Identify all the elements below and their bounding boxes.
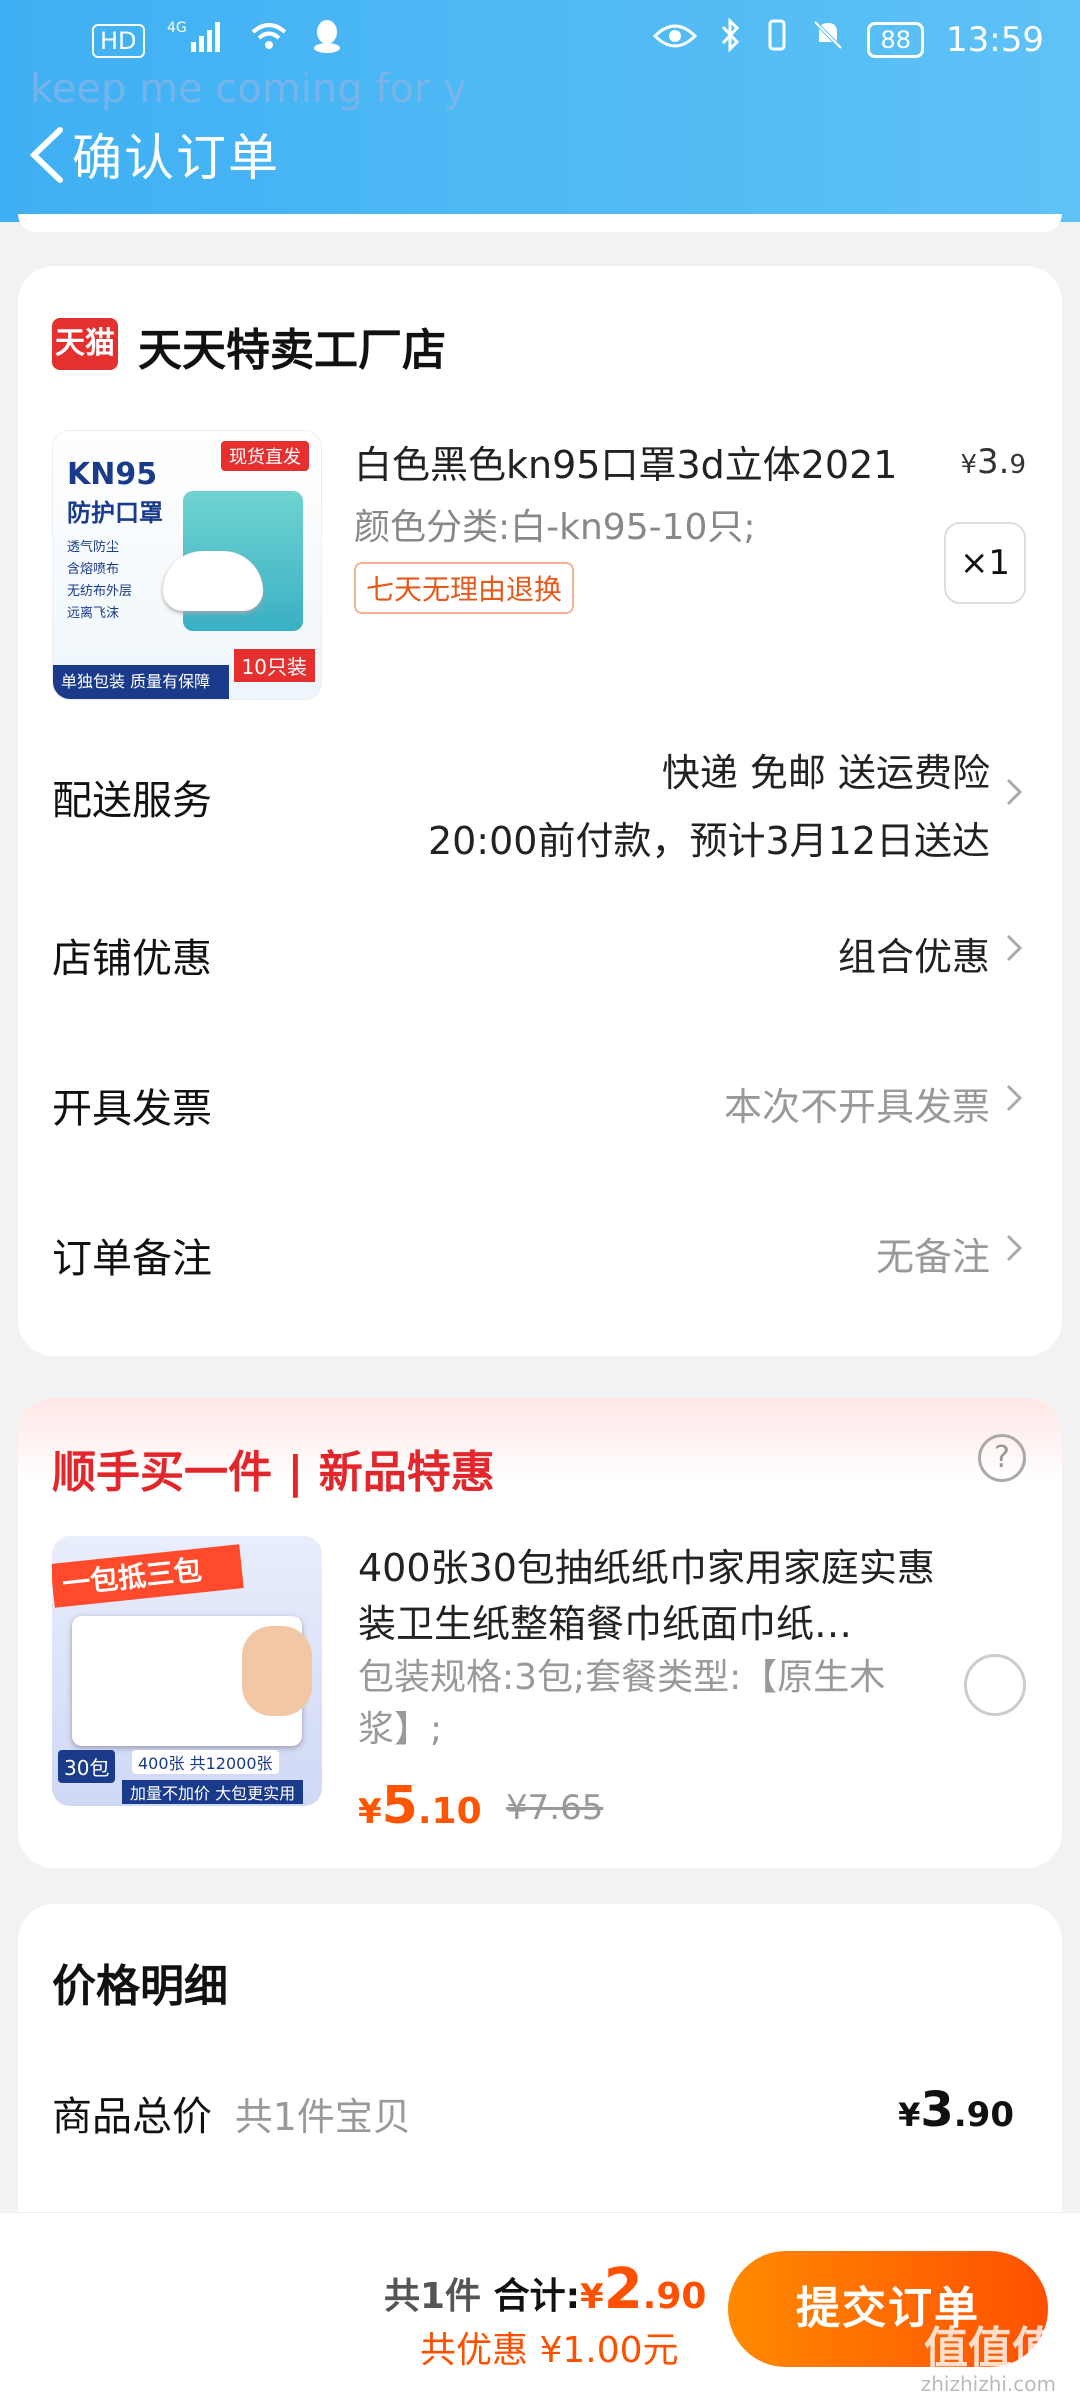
header-bar: HD 4G 88 13:59 keep me coming for y 确认订单: [0, 0, 1080, 222]
battery-icon: 88: [867, 21, 925, 58]
feature: 远离飞沫: [67, 606, 120, 621]
product-image-footer: 单独包装 质量有保障: [53, 665, 229, 699]
signal-icon: 4G: [167, 18, 227, 63]
total-symbol: ¥: [580, 2277, 604, 2317]
delivery-row[interactable]: 配送服务 快递 免邮 送运费险 20:00前付款，预计3月12日送达: [18, 716, 1062, 866]
total-decimal: .90: [642, 2276, 707, 2317]
delivery-value-line1: 快递 免邮 送运费险: [661, 751, 990, 795]
qq-icon: [311, 18, 343, 63]
invoice-value: 本次不开具发票: [723, 1085, 990, 1129]
shop-name[interactable]: 天天特卖工厂店: [138, 314, 446, 378]
addon-original-price: ¥7.65: [506, 1788, 604, 1828]
addon-product-spec: 包装规格:3包;套餐类型:【原生木浆】;: [358, 1657, 886, 1750]
total-label: 合计:: [493, 2276, 581, 2317]
chevron-right-icon: [1006, 1084, 1023, 1112]
delivery-value-line2: 20:00前付款，预计3月12日送达: [427, 819, 990, 863]
total-summary: 共1件 合计:¥2.90: [384, 2257, 706, 2322]
overlay-watermark-text: keep me coming for y: [30, 66, 467, 112]
price-integer: 3: [920, 2082, 954, 2138]
subtotal-label-text: 商品总价: [52, 2094, 212, 2140]
vibrate-icon: [765, 18, 789, 61]
total-count: 共1件: [384, 2276, 482, 2317]
order-note-row[interactable]: 订单备注 无备注: [18, 1200, 1062, 1300]
invoice-row[interactable]: 开具发票 本次不开具发票: [18, 1050, 1062, 1150]
addon-offer-title: 顺手买一件 | 新品特惠: [52, 1447, 495, 1498]
price-symbol: ¥: [898, 2096, 921, 2134]
site-watermark: 值值值: [924, 2323, 1056, 2374]
invoice-label: 开具发票: [52, 1086, 212, 1132]
eye-icon: [653, 20, 698, 60]
price-integer: 3.: [977, 442, 1010, 482]
product-image-brand: KN95: [67, 457, 158, 492]
price-symbol: ¥: [960, 450, 977, 480]
clock: 13:59: [946, 19, 1044, 60]
tmall-logo: 天猫: [52, 318, 118, 370]
svg-text:4G: 4G: [167, 20, 187, 36]
checkout-bar: 共1件 合计:¥2.90 共优惠 ¥1.00元 提交订单 值值值 zhizhiz…: [0, 2212, 1080, 2400]
feature: 含熔喷布: [67, 562, 120, 577]
product-image-pack: 10只装: [233, 649, 315, 682]
discount-summary: 共优惠 ¥1.00元: [420, 2330, 679, 2371]
subtotal-label: 商品总价 共1件宝贝: [52, 2084, 411, 2142]
previous-card-edge: [18, 214, 1062, 232]
subtotal-item-count: 共1件宝贝: [234, 2095, 411, 2139]
product-title[interactable]: 白色黑色kn95口罩3d立体2021: [354, 434, 914, 489]
hand-graphic: [242, 1626, 312, 1716]
mask-graphic: [163, 551, 263, 611]
addon-product-title[interactable]: 400张30包抽纸纸巾家用家庭实惠装卫生纸整箱餐巾纸面巾纸…: [358, 1540, 958, 1652]
addon-price: ¥5.10: [358, 1776, 482, 1836]
addon-image-count: 400张 共12000张: [132, 1750, 279, 1774]
subtotal-price: ¥3.90: [898, 2082, 1014, 2138]
addon-image-footer: 加量不加价 大包更实用: [122, 1780, 304, 1804]
feature: 透气防尘: [67, 540, 120, 555]
price-decimal: .10: [417, 1791, 482, 1832]
product-spec: 颜色分类:白-kn95-10只;: [354, 507, 756, 548]
chevron-right-icon: [1006, 1234, 1023, 1262]
addon-product-image[interactable]: 一包抵三包 30包 400张 共12000张 加量不加价 大包更实用: [52, 1536, 322, 1806]
quantity-button[interactable]: ×1: [944, 522, 1026, 604]
addon-image-banner: 一包抵三包: [52, 1544, 244, 1608]
help-icon[interactable]: ?: [978, 1434, 1026, 1482]
order-note-value: 无备注: [875, 1235, 990, 1279]
back-button[interactable]: [20, 120, 80, 190]
order-note-label: 订单备注: [52, 1236, 212, 1282]
hd-indicator: HD: [92, 23, 145, 58]
chevron-left-icon: [29, 127, 63, 183]
shop-discount-row[interactable]: 店铺优惠 组合优惠: [18, 900, 1062, 1000]
price-symbol: ¥: [358, 1792, 382, 1832]
bluetooth-icon: [719, 17, 743, 61]
return-policy-tag: 七天无理由退换: [354, 562, 575, 614]
feature: 无纺布外层: [67, 584, 133, 599]
product-image-badge: 现货直发: [221, 441, 309, 471]
shop-order-card: 天猫 天天特卖工厂店 KN95 防护口罩 现货直发 透气防尘 含熔喷布 无纺布外…: [18, 266, 1062, 1356]
shop-discount-value: 组合优惠: [837, 935, 990, 979]
shop-discount-label: 店铺优惠: [52, 936, 212, 982]
product-image[interactable]: KN95 防护口罩 现货直发 透气防尘 含熔喷布 无纺布外层 远离飞沫 10只装…: [52, 430, 322, 700]
price-decimal: .90: [953, 2095, 1014, 2135]
addon-image-pack: 30包: [58, 1750, 116, 1783]
delivery-label: 配送服务: [52, 778, 212, 824]
price-decimal: 9: [1009, 450, 1026, 480]
wifi-icon: [249, 18, 289, 63]
chevron-right-icon: [1006, 778, 1023, 806]
chevron-right-icon: [1006, 934, 1023, 962]
price-integer: 5: [381, 1776, 418, 1836]
mute-bell-icon: [811, 18, 845, 61]
price-detail-title: 价格明细: [52, 1961, 228, 2012]
product-image-subtitle: 防护口罩: [67, 499, 163, 527]
site-watermark-url: zhizhizhi.com: [920, 2372, 1056, 2396]
addon-select-radio[interactable]: [964, 1654, 1026, 1716]
page-title: 确认订单: [72, 129, 280, 187]
product-price: ¥3.9: [960, 442, 1026, 482]
addon-offer-card: 顺手买一件 | 新品特惠 ? 一包抵三包 30包 400张 共12000张 加量…: [18, 1398, 1062, 1868]
total-integer: 2: [603, 2257, 643, 2322]
